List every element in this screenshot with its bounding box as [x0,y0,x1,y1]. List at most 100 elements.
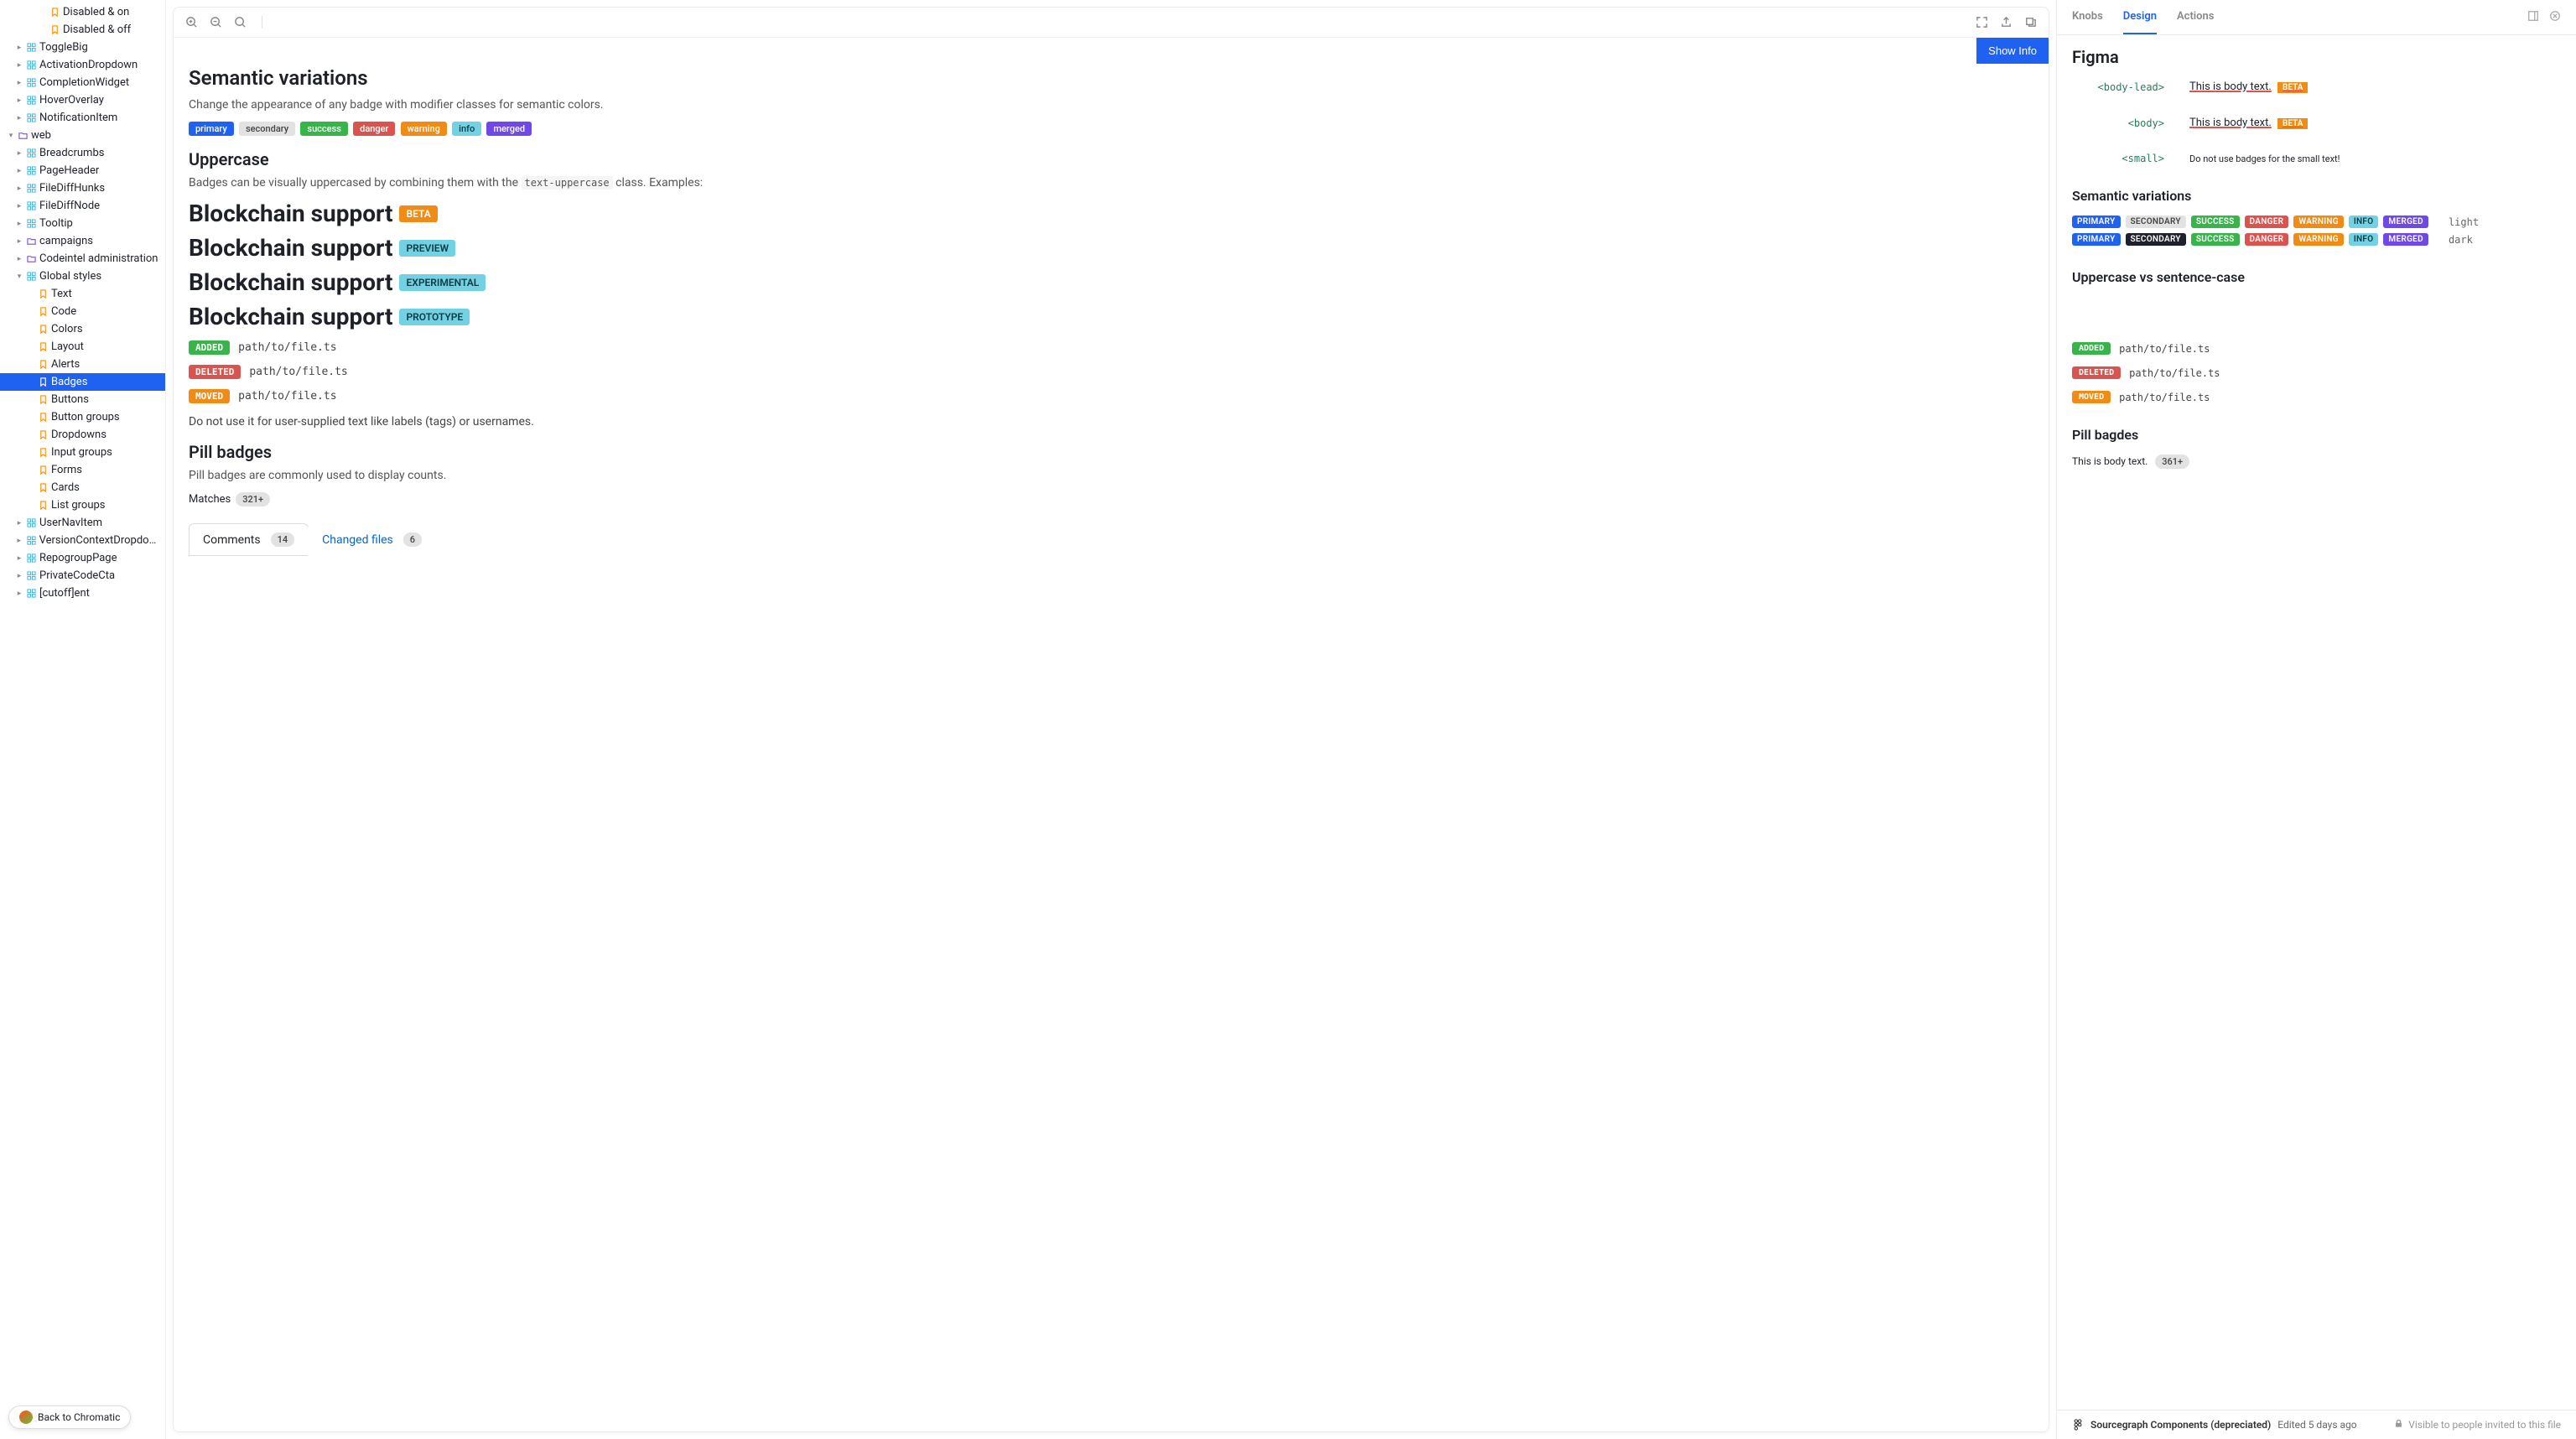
show-info-button[interactable]: Show Info [1976,38,2049,64]
tree-caret-icon[interactable]: ▸ [15,79,23,87]
panel-tabs: Knobs Design Actions [2057,0,2576,35]
file-row-moved: MOVEDpath/to/file.ts [189,389,2033,403]
zoom-reset-icon[interactable] [234,16,247,29]
sidebar-item-label: Disabled & off [63,23,131,36]
tab-changed-files[interactable]: Changed files6 [308,523,436,556]
sidebar-item-label: Layout [51,340,84,353]
sidebar-item-notificationitem[interactable]: ▸NotificationItem [0,109,165,127]
sidebar-item-tooltip[interactable]: ▸Tooltip [0,215,165,232]
sidebar-item-versioncontextdropdown[interactable]: ▸ VersionContextDropdown [0,532,165,549]
sidebar-item-label: FileDiffHunks [39,182,105,195]
sidebar-item-activationdropdown[interactable]: ▸ActivationDropdown [0,56,165,74]
tree-caret-icon[interactable]: ▸ [15,255,23,263]
tree-caret-icon[interactable]: ▸ [15,537,23,545]
component-icon [27,571,36,580]
sidebar-item--cutoff-ent[interactable]: ▸[cutoff]ent [0,584,165,602]
sidebar-item-label: campaigns [39,235,93,247]
tab-comments[interactable]: Comments14 [189,523,309,556]
sidebar-item-usernavitem[interactable]: ▸UserNavItem [0,514,165,532]
sidebar-item-buttons[interactable]: Buttons [0,391,165,408]
sidebar-item-hoveroverlay[interactable]: ▸HoverOverlay [0,91,165,109]
sidebar-item-forms[interactable]: Forms [0,461,165,479]
panel-close-icon[interactable] [2549,10,2561,25]
tree-caret-icon[interactable]: ▸ [15,114,23,122]
tree-caret-icon[interactable]: ▸ [15,61,23,70]
sidebar-item-label: FileDiffNode [39,200,100,212]
tree-caret-icon[interactable]: ▸ [15,572,23,580]
folder-icon [27,254,36,263]
sidebar-item-web[interactable]: ▾web [0,127,165,144]
tab-actions[interactable]: Actions [2177,0,2215,34]
spec-tag-body: <body> [2072,117,2164,129]
sidebar-item-cards[interactable]: Cards [0,479,165,496]
tree-caret-icon[interactable]: ▾ [7,132,15,140]
sidebar-item-breadcrumbs[interactable]: ▸Breadcrumbs [0,144,165,162]
p-badge-merged: MERGED [2383,216,2428,228]
badge-deleted: DELETED [189,365,241,379]
component-icon [27,536,36,545]
copy-icon[interactable] [2024,16,2037,29]
sidebar-item-code[interactable]: Code [0,303,165,320]
p-badge-warning: WARNING [2293,216,2344,228]
sidebar-item-codeintel-administration[interactable]: ▸Codeintel administration [0,250,165,268]
tree-caret-icon[interactable]: ▸ [15,220,23,228]
sidebar-item-label: PrivateCodeCta [39,569,115,582]
tab-design[interactable]: Design [2123,0,2157,34]
tree-caret-icon[interactable]: ▸ [15,202,23,210]
component-icon [27,113,36,122]
fullscreen-icon[interactable] [1976,16,1988,29]
panel-heading-pill: Pill bagdes [2072,427,2561,443]
zoom-in-icon[interactable] [185,16,198,29]
example-beta: Blockchain supportBETA [189,200,2033,227]
share-icon[interactable] [2000,16,2012,29]
sidebar-item-badges[interactable]: Badges [0,373,165,391]
tree-caret-icon[interactable]: ▸ [15,149,23,158]
sidebar-item-colors[interactable]: Colors [0,320,165,338]
panel-file-deleted: DELETEDpath/to/file.ts [2072,366,2561,379]
sidebar-item-disabled-on[interactable]: Disabled & on [0,3,165,21]
tree-caret-icon[interactable]: ▸ [15,184,23,193]
tree-caret-icon[interactable]: ▸ [15,44,23,52]
component-icon [27,184,36,193]
p-badge-success: SUCCESS [2191,216,2240,228]
sidebar-item-layout[interactable]: Layout [0,338,165,356]
story-icon [50,8,60,17]
sidebar-item-privatecodecta[interactable]: ▸ PrivateCodeCta [0,567,165,584]
tree-caret-icon[interactable]: ▾ [15,273,23,281]
sidebar-item-global-styles[interactable]: ▾Global styles [0,268,165,285]
file-path: path/to/file.ts [238,390,336,403]
sidebar-item-repogrouppage[interactable]: ▸RepogroupPage [0,549,165,567]
back-to-chromatic-button[interactable]: Back to Chromatic [8,1405,131,1429]
canvas-area: Show Info Semantic variations Change the… [166,0,2056,1439]
sidebar-item-dropdowns[interactable]: Dropdowns [0,426,165,444]
sidebar-item-list-groups[interactable]: List groups [0,496,165,514]
sidebar-item-pageheader[interactable]: ▸PageHeader [0,162,165,179]
tree-caret-icon[interactable]: ▸ [15,237,23,246]
sidebar-item-completionwidget[interactable]: ▸ CompletionWidget [0,74,165,91]
sidebar-item-text[interactable]: Text [0,285,165,303]
desc-semantic: Change the appearance of any badge with … [189,98,2033,112]
tree-caret-icon[interactable]: ▸ [15,167,23,175]
tab-knobs[interactable]: Knobs [2072,0,2103,34]
sidebar-item-disabled-off[interactable]: Disabled & off [0,21,165,39]
p-badge-primary: PRIMARY [2072,233,2121,246]
sidebar-item-label: Text [51,288,72,300]
zoom-out-icon[interactable] [210,16,222,29]
sidebar-item-filediffhunks[interactable]: ▸ FileDiffHunks [0,179,165,197]
panel-layout-icon[interactable] [2527,10,2539,25]
story-icon [39,483,48,492]
sidebar-item-filediffnode[interactable]: ▸ FileDiffNode [0,197,165,215]
sidebar-item-label: CompletionWidget [39,76,129,89]
tree-caret-icon[interactable]: ▸ [15,519,23,527]
panel-pill-row: This is body text. 361+ [2072,455,2561,469]
sidebar-item-button-groups[interactable]: Button groups [0,408,165,426]
tree-caret-icon[interactable]: ▸ [15,96,23,105]
sidebar-item-label: VersionContextDropdown [39,534,158,547]
tree-caret-icon[interactable]: ▸ [15,590,23,598]
sidebar-item-campaigns[interactable]: ▸ campaigns [0,232,165,250]
sidebar-item-input-groups[interactable]: Input groups [0,444,165,461]
tree-caret-icon[interactable]: ▸ [15,554,23,563]
footer-edited: Edited 5 days ago [2277,1419,2356,1431]
sidebar-item-togglebig[interactable]: ▸ToggleBig [0,39,165,56]
sidebar-item-alerts[interactable]: Alerts [0,356,165,373]
